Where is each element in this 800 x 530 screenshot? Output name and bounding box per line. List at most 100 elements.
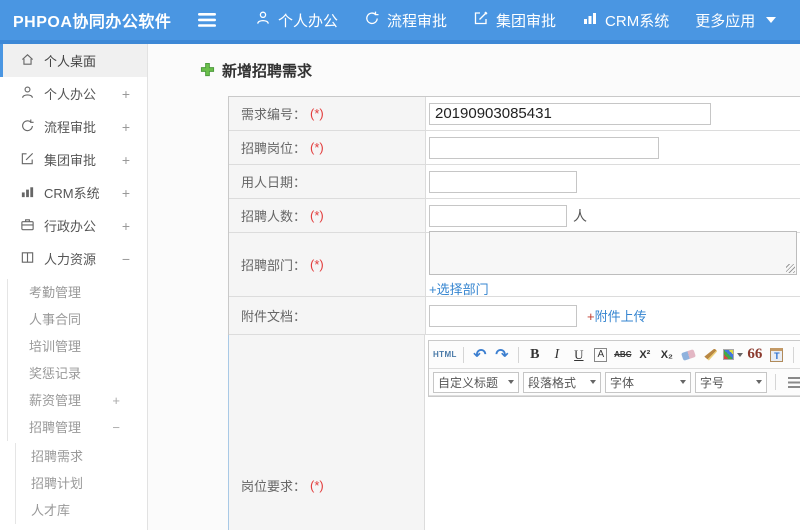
headcount-input[interactable] [429, 204, 567, 227]
required-mark: (*) [310, 106, 324, 121]
field-label: 招聘部门： [241, 258, 307, 273]
sidebar-item-crm-system[interactable]: CRM系统 + [0, 176, 147, 209]
field-label: 招聘人数： [241, 209, 307, 224]
nav-crm-system[interactable]: CRM系统 [569, 0, 682, 40]
custom-heading-select[interactable]: 自定义标题 [433, 371, 519, 393]
subitem-label: 招聘管理 [29, 420, 82, 435]
home-icon [20, 52, 35, 70]
align-left-icon [787, 376, 800, 388]
hire-date-input[interactable] [429, 170, 577, 193]
sidebar-subitem-recruitment[interactable]: 招聘管理 − [8, 414, 147, 441]
subitem-label: 招聘计划 [31, 476, 84, 491]
sidebar-item-label: 人力资源 [44, 252, 97, 267]
collapse-minus-icon[interactable]: − [112, 414, 120, 441]
sidebar-item-personal-desktop[interactable]: 个人桌面 [0, 44, 147, 77]
nav-personal-office[interactable]: 个人办公 [242, 0, 351, 40]
sidebar-item-label: CRM系统 [44, 186, 100, 201]
sidebar-subitem-recruit-demand[interactable]: 招聘需求 [16, 443, 147, 470]
sidebar-subitem-personnel-contract[interactable]: 人事合同 [8, 306, 147, 333]
required-mark: (*) [310, 477, 324, 493]
palette-icon [722, 349, 734, 360]
attachment-upload-link[interactable]: 附件上传 [595, 309, 647, 324]
add-plus-icon [200, 62, 215, 80]
brush-icon [704, 348, 718, 361]
rich-text-editor: HTML ↶ ↷ B I U A ABC X² X₂ 66 T 自定义标题 段落… [428, 340, 800, 397]
font-border-button[interactable]: A [594, 347, 608, 362]
sidebar-item-personal-office[interactable]: 个人办公 + [0, 77, 147, 110]
superscript-button[interactable]: X² [635, 344, 655, 366]
sidebar-item-administrative-office[interactable]: 行政办公 + [0, 209, 147, 242]
expand-plus-icon[interactable]: + [122, 218, 130, 234]
edit-icon [473, 10, 489, 30]
history-icon [20, 118, 35, 136]
demand-no-input[interactable] [429, 102, 711, 125]
sidebar-subitem-recruit-plan[interactable]: 招聘计划 [16, 470, 147, 497]
hamburger-menu-button[interactable] [190, 13, 224, 27]
eraser-button[interactable] [679, 344, 699, 366]
caret-down-icon [736, 352, 743, 357]
sidebar-subitem-talent-pool[interactable]: 人才库 [16, 497, 147, 524]
redo-button[interactable]: ↷ [492, 344, 512, 366]
toolbar-separator [462, 346, 464, 363]
align-left-button[interactable] [784, 371, 800, 393]
book-icon [20, 250, 35, 268]
expand-plus-icon[interactable]: + [122, 86, 130, 102]
subitem-label: 人才库 [31, 503, 71, 518]
form-row-attachment: 附件文档： +附件上传 [229, 297, 800, 335]
nav-more-apps[interactable]: 更多应用 [682, 0, 789, 40]
form-row-position: 招聘岗位： (*) [229, 131, 800, 165]
font-family-select[interactable]: 字体 [605, 371, 691, 393]
underline-button[interactable]: U [569, 344, 589, 366]
bar-chart-icon [582, 10, 598, 30]
italic-button[interactable]: I [547, 344, 567, 366]
sidebar-subitem-training[interactable]: 培训管理 [8, 333, 147, 360]
attachment-input[interactable] [429, 304, 577, 327]
nav-label: 集团审批 [496, 12, 557, 30]
nav-workflow-approval[interactable]: 流程审批 [351, 0, 460, 40]
color-palette-button[interactable] [722, 344, 743, 366]
nav-group-approval[interactable]: 集团审批 [460, 0, 569, 40]
top-header: PHPOA协同办公软件 个人办公 流程审批 集团审批 CRM系统 更多应用 [0, 0, 800, 44]
blockquote-button[interactable]: 66 [745, 344, 765, 366]
field-label: 岗位要求： [241, 478, 307, 494]
sidebar-item-label: 行政办公 [44, 219, 97, 234]
paste-icon: T [770, 347, 784, 362]
caret-down-icon [508, 380, 514, 384]
sidebar-item-workflow-approval[interactable]: 流程审批 + [0, 110, 147, 143]
resize-grip-icon[interactable] [786, 264, 795, 273]
sidebar-subitem-attendance[interactable]: 考勤管理 [8, 279, 147, 306]
html-source-button[interactable]: HTML [433, 344, 457, 366]
sidebar-item-group-approval[interactable]: 集团审批 + [0, 143, 147, 176]
expand-plus-icon[interactable]: + [112, 387, 120, 414]
expand-plus-icon[interactable]: + [122, 185, 130, 201]
subitem-label: 奖惩记录 [29, 366, 82, 381]
page-title: 新增招聘需求 [148, 44, 800, 81]
subitem-label: 薪资管理 [29, 393, 82, 408]
department-textarea[interactable] [429, 231, 797, 275]
select-department-link[interactable]: +选择部门 [429, 282, 489, 297]
collapse-minus-icon[interactable]: − [122, 251, 130, 267]
sidebar-item-label: 个人桌面 [44, 54, 97, 69]
user-icon [255, 10, 271, 30]
hr-submenu: 考勤管理 人事合同 培训管理 奖惩记录 薪资管理 + 招聘管理 − [7, 279, 147, 441]
field-label: 招聘岗位： [241, 141, 307, 156]
format-brush-button[interactable] [701, 344, 721, 366]
paste-button[interactable]: T [767, 344, 787, 366]
main-content: 新增招聘需求 需求编号： (*) 招聘岗位： (*) 用人日期： [148, 44, 800, 530]
sidebar-item-human-resources[interactable]: 人力资源 − [0, 242, 147, 275]
expand-plus-icon[interactable]: + [122, 152, 130, 168]
font-size-select[interactable]: 字号 [695, 371, 767, 393]
bold-button[interactable]: B [525, 344, 545, 366]
subitem-label: 考勤管理 [29, 285, 82, 300]
sidebar-subitem-rewards[interactable]: 奖惩记录 [8, 360, 147, 387]
strikethrough-button[interactable]: ABC [613, 344, 633, 366]
undo-button[interactable]: ↶ [470, 344, 490, 366]
expand-plus-icon[interactable]: + [122, 119, 130, 135]
recruitment-request-form: 需求编号： (*) 招聘岗位： (*) 用人日期： [228, 96, 800, 530]
paragraph-format-select[interactable]: 段落格式 [523, 371, 601, 393]
sidebar-subitem-salary[interactable]: 薪资管理 + [8, 387, 147, 414]
subscript-button[interactable]: X₂ [657, 344, 677, 366]
position-input[interactable] [429, 136, 659, 159]
eraser-icon [681, 348, 697, 361]
toolbar-separator [517, 346, 519, 363]
